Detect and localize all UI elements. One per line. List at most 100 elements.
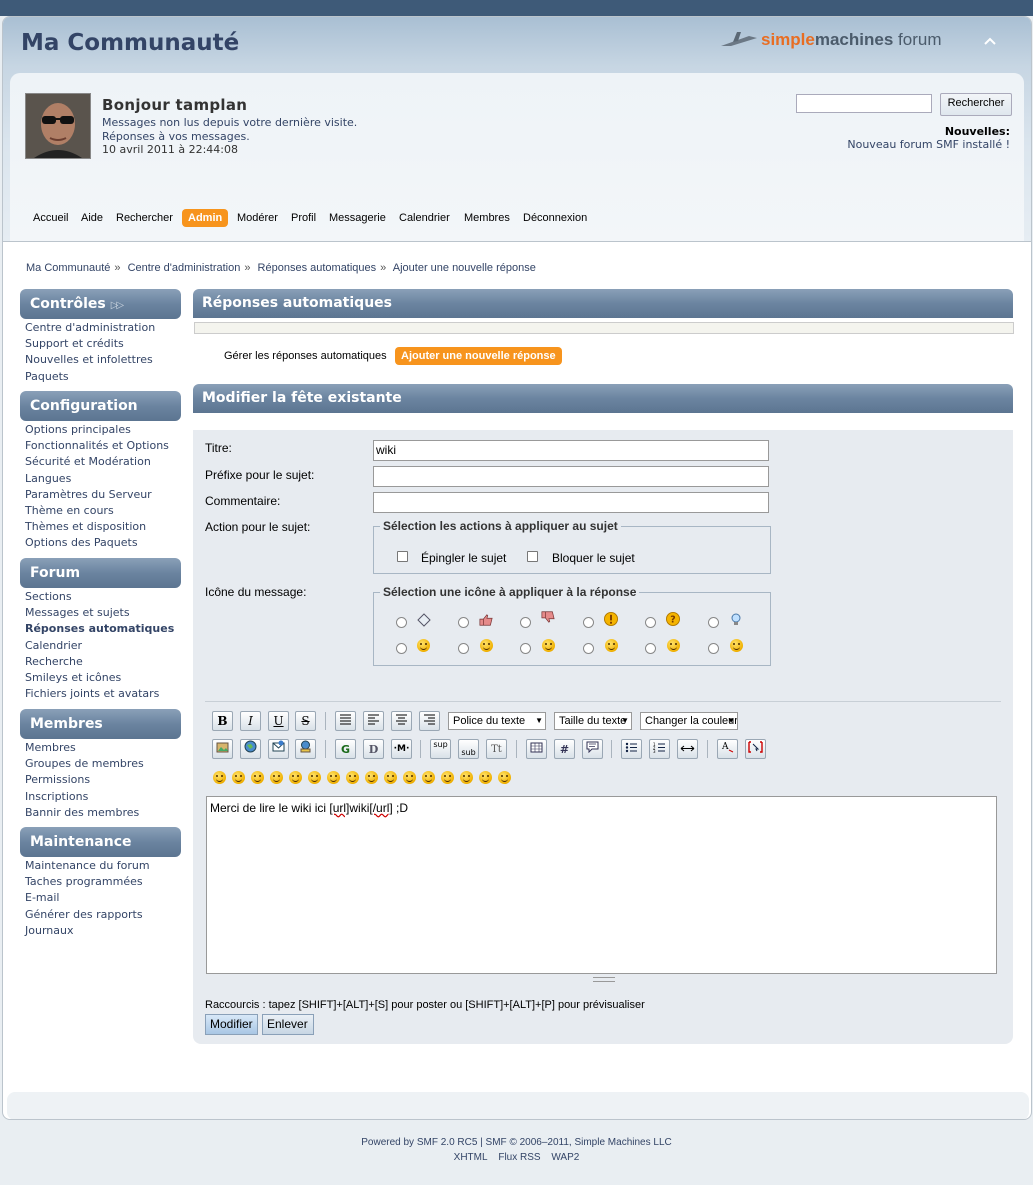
menu-profil[interactable]: Profil (285, 209, 322, 227)
smiley-icon[interactable] (213, 771, 226, 784)
breadcrumb-item[interactable]: Ma Communauté (26, 262, 110, 274)
menu-messagerie[interactable]: Messagerie (323, 209, 392, 227)
chevron-up-icon[interactable] (983, 36, 997, 46)
sidebar-cat-members[interactable]: Membres (20, 709, 181, 739)
sidebar-item[interactable]: Journaux (25, 923, 150, 939)
pin-checkbox[interactable] (397, 551, 408, 562)
lock-checkbox[interactable] (527, 551, 538, 562)
menu-rechercher[interactable]: Rechercher (110, 209, 179, 227)
table-icon[interactable] (526, 739, 547, 759)
toggle-view-icon[interactable] (745, 739, 766, 759)
shadow-icon[interactable]: D (363, 739, 384, 759)
icon-radio[interactable] (458, 643, 469, 654)
prefix-input[interactable] (373, 466, 769, 487)
sidebar-item[interactable]: Options principales (25, 422, 169, 438)
font-color-select[interactable]: Changer la couleur ▼ (640, 712, 738, 730)
image-icon[interactable] (212, 739, 233, 759)
sidebar-item[interactable]: Thèmes et disposition (25, 519, 169, 535)
kiss-icon[interactable] (479, 771, 492, 784)
footer-link-rss[interactable]: Flux RSS (498, 1152, 540, 1163)
menu-moderer[interactable]: Modérer (231, 209, 284, 227)
icon-radio[interactable] (708, 643, 719, 654)
icon-radio[interactable] (520, 643, 531, 654)
icon-radio[interactable] (708, 617, 719, 628)
sidebar-cat-controls[interactable]: Contrôles ▷▷ (20, 289, 181, 319)
sidebar-cat-configuration[interactable]: Configuration (20, 391, 181, 421)
glow-icon[interactable]: G (335, 739, 356, 759)
align-right-icon[interactable] (419, 711, 440, 731)
title-input[interactable]: wiki (373, 440, 769, 461)
code-icon[interactable]: # (554, 739, 575, 759)
powered-by[interactable]: Powered by SMF 2.0 RC5 | SMF © 2006–2011… (0, 1137, 1033, 1148)
link-globe-icon[interactable] (240, 739, 261, 759)
sidebar-item[interactable]: Thème en cours (25, 503, 169, 519)
icon-radio[interactable] (458, 617, 469, 628)
smf-logo[interactable]: simplemachines forum (719, 25, 961, 55)
quote-icon[interactable] (582, 739, 603, 759)
sidebar-item[interactable]: Fonctionnalités et Options (25, 438, 169, 454)
icon-radio[interactable] (583, 617, 594, 628)
cheesy-icon[interactable] (251, 771, 264, 784)
sidebar-item[interactable]: E-mail (25, 890, 150, 906)
sidebar-item-current[interactable]: Réponses automatiques (25, 621, 174, 637)
sad-icon[interactable] (308, 771, 321, 784)
sidebar-item[interactable]: Fichiers joints et avatars (25, 686, 174, 702)
breadcrumb-item[interactable]: Réponses automatiques (258, 262, 377, 274)
italic-icon[interactable]: I (240, 711, 261, 731)
icon-radio[interactable] (396, 617, 407, 628)
sidebar-item[interactable]: Membres (25, 740, 144, 756)
modify-button[interactable]: Modifier (205, 1014, 258, 1035)
forum-title[interactable]: Ma Communauté (21, 30, 239, 56)
font-size-select[interactable]: Taille du texte ▼ (554, 712, 632, 730)
menu-accueil[interactable]: Accueil (27, 209, 74, 227)
search-input[interactable] (796, 94, 932, 113)
sidebar-item[interactable]: Groupes de membres (25, 756, 144, 772)
cry-icon[interactable] (498, 771, 511, 784)
bold-icon[interactable]: B (212, 711, 233, 731)
rolleyes-icon[interactable] (384, 771, 397, 784)
icon-radio[interactable] (520, 617, 531, 628)
icon-radio[interactable] (583, 643, 594, 654)
menu-calendrier[interactable]: Calendrier (393, 209, 456, 227)
wink-icon[interactable] (232, 771, 245, 784)
sidebar-item[interactable]: Paquets (25, 369, 155, 385)
sidebar-item[interactable]: Smileys et icônes (25, 670, 174, 686)
sidebar-item[interactable]: Sécurité et Modération (25, 454, 169, 470)
sidebar-cat-maintenance[interactable]: Maintenance (20, 827, 181, 857)
breadcrumb-item[interactable]: Centre d'administration (128, 262, 241, 274)
tab-add[interactable]: Ajouter une nouvelle réponse (395, 347, 562, 365)
ftp-icon[interactable] (295, 739, 316, 759)
subscript-icon[interactable]: sub (458, 739, 479, 759)
unread-link[interactable]: Messages non lus depuis votre dernière v… (102, 116, 357, 130)
search-button[interactable]: Rechercher (940, 93, 1012, 116)
sidebar-item[interactable]: Options des Paquets (25, 535, 169, 551)
teletype-icon[interactable]: Tt (486, 739, 507, 759)
menu-aide[interactable]: Aide (75, 209, 109, 227)
huh-icon[interactable] (365, 771, 378, 784)
icon-radio[interactable] (645, 643, 656, 654)
menu-membres[interactable]: Membres (458, 209, 516, 227)
align-center-icon[interactable] (391, 711, 412, 731)
sidebar-item[interactable]: Bannir des membres (25, 805, 144, 821)
underline-icon[interactable]: U (268, 711, 289, 731)
sidebar-item[interactable]: Sections (25, 589, 174, 605)
embarrassed-icon[interactable] (422, 771, 435, 784)
sidebar-cat-forum[interactable]: Forum (20, 558, 181, 588)
icon-radio[interactable] (396, 643, 407, 654)
sidebar-item[interactable]: Centre d'administration (25, 320, 155, 336)
superscript-icon[interactable]: sup (430, 739, 451, 759)
sidebar-item[interactable]: Maintenance du forum (25, 858, 150, 874)
footer-link-xhtml[interactable]: XHTML (454, 1152, 488, 1163)
font-face-select[interactable]: Police du texte ▼ (448, 712, 546, 730)
remove-button[interactable]: Enlever (262, 1014, 314, 1035)
email-icon[interactable] (268, 739, 289, 759)
collapse-arrows-icon[interactable]: ▷▷ (111, 300, 124, 311)
menu-deconnexion[interactable]: Déconnexion (517, 209, 593, 227)
sidebar-item[interactable]: Paramètres du Serveur (25, 487, 169, 503)
sidebar-item[interactable]: Inscriptions (25, 789, 144, 805)
grin-icon[interactable] (270, 771, 283, 784)
comment-input[interactable] (373, 492, 769, 513)
remove-format-icon[interactable]: A (717, 739, 738, 759)
horizontal-rule-icon[interactable] (677, 739, 698, 759)
tongue-icon[interactable] (403, 771, 416, 784)
